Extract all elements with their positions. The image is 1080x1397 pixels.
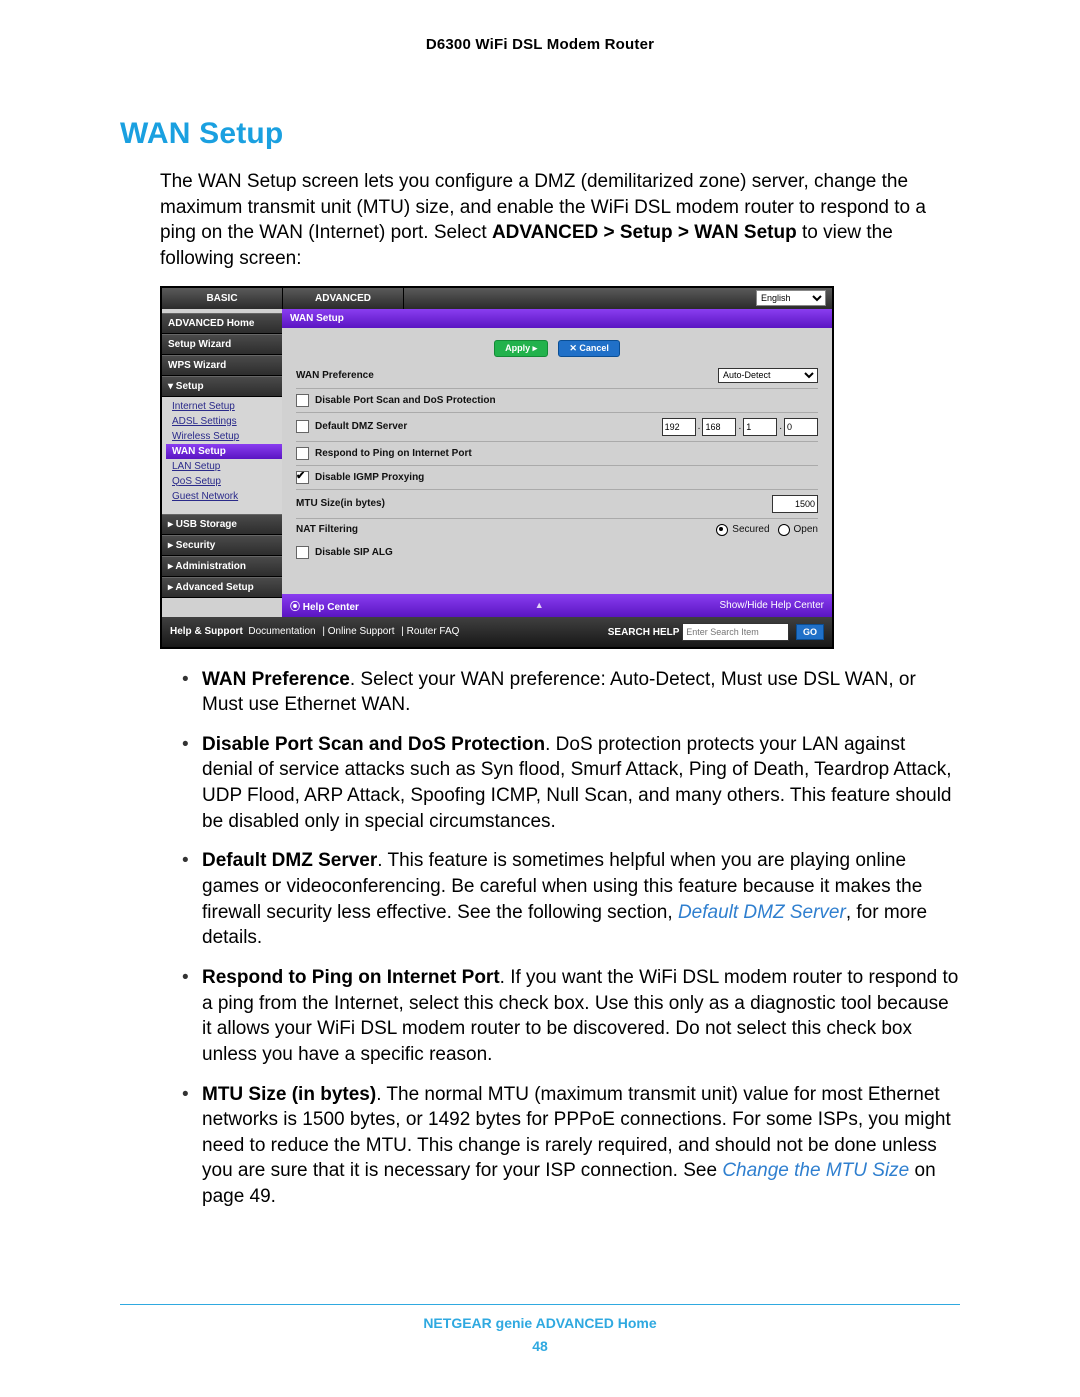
language-select[interactable]: English xyxy=(756,290,826,306)
tab-advanced[interactable]: ADVANCED xyxy=(283,288,404,309)
respond-ping-label: Respond to Ping on Internet Port xyxy=(315,448,472,459)
bullet-name: Respond to Ping on Internet Port xyxy=(202,967,500,988)
disable-igmp-label: Disable IGMP Proxying xyxy=(315,472,424,483)
tab-advanced-label: ADVANCED xyxy=(315,293,371,304)
list-item: Disable Port Scan and DoS Protection. Do… xyxy=(182,732,960,835)
sidebar-sub-wireless-setup[interactable]: Wireless Setup xyxy=(172,429,282,444)
section-title: WAN Setup xyxy=(120,117,960,151)
default-dmz-label: Default DMZ Server xyxy=(315,421,407,432)
support-link-documentation[interactable]: Documentation xyxy=(248,626,315,637)
wan-preference-label: WAN Preference xyxy=(296,370,374,381)
list-item: MTU Size (in bytes). The normal MTU (max… xyxy=(182,1082,960,1210)
sidebar-item-usb-storage[interactable]: ▸ USB Storage xyxy=(162,514,282,535)
panel-title: WAN Setup xyxy=(282,309,832,328)
cancel-button[interactable]: ✕ Cancel xyxy=(558,340,620,357)
nat-open-radio[interactable] xyxy=(778,524,790,536)
tab-basic-label: BASIC xyxy=(206,293,237,304)
search-help-label: SEARCH HELP xyxy=(608,627,680,638)
router-screenshot: BASIC ADVANCED English ADVANCED Home Set… xyxy=(160,286,834,649)
nat-open-label: Open xyxy=(794,524,818,535)
sidebar-item-wps-wizard[interactable]: WPS Wizard xyxy=(162,355,282,376)
sidebar-sub-wan-setup[interactable]: WAN Setup xyxy=(166,444,282,459)
dmz-ip-2[interactable] xyxy=(702,418,736,436)
tab-basic[interactable]: BASIC xyxy=(162,288,283,309)
doc-header: D6300 WiFi DSL Modem Router xyxy=(120,36,960,53)
bullet-name: MTU Size (in bytes) xyxy=(202,1084,376,1105)
explanation-list: WAN Preference. Select your WAN preferen… xyxy=(160,667,960,1210)
list-item: Default DMZ Server. This feature is some… xyxy=(182,848,960,951)
help-center-arrow-icon: ▲ xyxy=(535,600,544,610)
dmz-ip-4[interactable] xyxy=(784,418,818,436)
link-change-mtu-size[interactable]: Change the MTU Size xyxy=(722,1160,909,1181)
nat-secured-label: Secured xyxy=(732,524,769,535)
disable-port-scan-label: Disable Port Scan and DoS Protection xyxy=(315,395,496,406)
help-center-toggle[interactable]: ⦿ Help Center xyxy=(290,598,359,613)
support-link-router-faq[interactable]: Router FAQ xyxy=(407,626,460,637)
sidebar-item-setup[interactable]: ▾ Setup xyxy=(162,376,282,397)
disable-sip-alg-checkbox[interactable] xyxy=(296,546,309,559)
bullet-name: Disable Port Scan and DoS Protection xyxy=(202,734,545,755)
dmz-ip-1[interactable] xyxy=(662,418,696,436)
support-label: Help & Support xyxy=(170,626,243,637)
bullet-name: Default DMZ Server xyxy=(202,850,377,871)
sidebar-sub-adsl-settings[interactable]: ADSL Settings xyxy=(172,414,282,429)
sidebar-sub-lan-setup[interactable]: LAN Setup xyxy=(172,459,282,474)
sidebar: ADVANCED Home Setup Wizard WPS Wizard ▾ … xyxy=(162,309,282,617)
bullet-name: WAN Preference xyxy=(202,669,350,690)
intro-paragraph: The WAN Setup screen lets you configure … xyxy=(160,169,960,272)
footer-title: NETGEAR genie ADVANCED Home xyxy=(0,1312,1080,1334)
sidebar-item-setup-wizard[interactable]: Setup Wizard xyxy=(162,334,282,355)
sidebar-item-security[interactable]: ▸ Security xyxy=(162,535,282,556)
sidebar-sub-internet-setup[interactable]: Internet Setup xyxy=(172,399,282,414)
respond-ping-checkbox[interactable] xyxy=(296,447,309,460)
wan-preference-select[interactable]: Auto-Detect xyxy=(718,368,818,383)
nat-filtering-label: NAT Filtering xyxy=(296,524,358,535)
dmz-ip-3[interactable] xyxy=(743,418,777,436)
sidebar-item-advanced-setup[interactable]: ▸ Advanced Setup xyxy=(162,577,282,598)
default-dmz-checkbox[interactable] xyxy=(296,420,309,433)
sidebar-item-advanced-home[interactable]: ADVANCED Home xyxy=(162,313,282,334)
nat-secured-radio[interactable] xyxy=(716,524,728,536)
sidebar-sub-qos-setup[interactable]: QoS Setup xyxy=(172,474,282,489)
sidebar-item-administration[interactable]: ▸ Administration xyxy=(162,556,282,577)
list-item: Respond to Ping on Internet Port. If you… xyxy=(182,965,960,1068)
help-center-showhide[interactable]: Show/Hide Help Center xyxy=(719,600,824,611)
page-number: 48 xyxy=(0,1335,1080,1357)
disable-igmp-checkbox[interactable] xyxy=(296,471,309,484)
disable-sip-alg-label: Disable SIP ALG xyxy=(315,547,393,558)
sidebar-sub-guest-network[interactable]: Guest Network xyxy=(172,489,282,504)
support-link-online-support[interactable]: Online Support xyxy=(328,626,395,637)
disable-port-scan-checkbox[interactable] xyxy=(296,394,309,407)
apply-button[interactable]: Apply ▸ xyxy=(494,340,548,357)
search-go-button[interactable]: GO xyxy=(796,624,824,640)
search-help-input[interactable] xyxy=(682,623,789,641)
list-item: WAN Preference. Select your WAN preferen… xyxy=(182,667,960,718)
link-default-dmz-server[interactable]: Default DMZ Server xyxy=(678,902,846,923)
footer-rule xyxy=(120,1304,960,1305)
intro-bold-path: ADVANCED > Setup > WAN Setup xyxy=(492,222,797,243)
mtu-size-input[interactable] xyxy=(772,495,818,513)
mtu-size-label: MTU Size(in bytes) xyxy=(296,498,385,509)
